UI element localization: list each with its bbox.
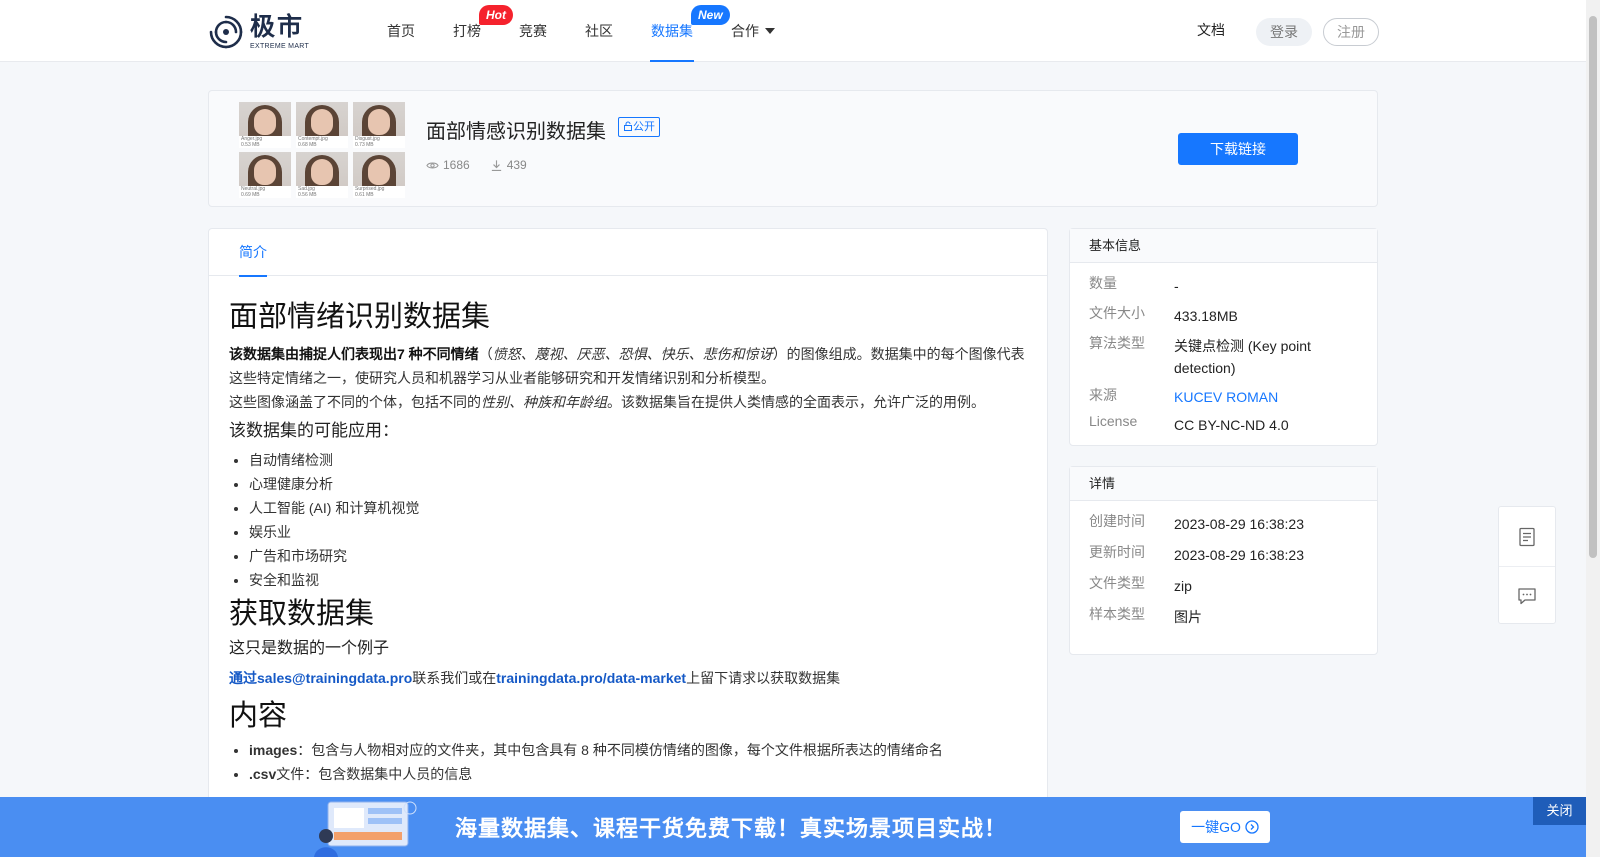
nav-competition[interactable]: 竞赛 <box>519 0 547 62</box>
download-count: 439 <box>490 158 527 172</box>
description-paragraph: 该数据集由捕捉人们表现出7 种不同情绪（愤怒、蔑视、厌恶、恐惧、快乐、悲伤和惊讶… <box>229 346 1025 386</box>
description-paragraph: 这些图像涵盖了不同的个体，包括不同的性别、种族和年龄组。该数据集旨在提供人类情感… <box>229 394 985 410</box>
list-item: 人工智能 (AI) 和计算机视觉 <box>249 496 1027 520</box>
caret-down-icon <box>765 28 775 34</box>
docs-link[interactable]: 文档 <box>1197 20 1225 40</box>
dataset-header-card: Anger.jpg 0.53 MB Contempt.jpg 0.68 MB Dis… <box>208 90 1378 207</box>
thumbnail: Anger.jpg 0.53 MB <box>239 102 291 148</box>
dataset-stats: 1686 439 <box>426 158 547 172</box>
detail-row: 样本类型 图片 <box>1089 606 1202 625</box>
content-tabs: 简介 <box>209 229 1047 277</box>
document-icon <box>1519 527 1535 546</box>
info-row: License CC BY-NC-ND 4.0 <box>1089 413 1289 433</box>
nav-community[interactable]: 社区 <box>585 0 613 62</box>
dataset-title: 面部情感识别数据集 <box>426 121 606 143</box>
list-item: 娱乐业 <box>249 520 1027 544</box>
thumbnail: Surprised.jpg 0.61 MB <box>353 152 405 198</box>
info-row: 文件大小 433.18MB <box>1089 305 1238 324</box>
download-link-button[interactable]: 下载链接 <box>1178 133 1298 165</box>
info-row: 来源 KUCEV ROMAN <box>1070 385 1377 413</box>
contents-list: images：包含与人物相对应的文件夹，其中包含具有 8 种不同模仿情绪的图像，… <box>229 738 1027 786</box>
thumbnail: Disgust.jpg 0.73 MB <box>353 102 405 148</box>
nav-datasets[interactable]: 数据集 New <box>650 0 730 62</box>
close-banner-button[interactable]: 关闭 <box>1533 797 1586 825</box>
feedback-button[interactable] <box>1499 566 1555 625</box>
info-row: 数量 - <box>1089 275 1179 294</box>
detail-row: 创建时间 2023-08-29 16:38:23 <box>1089 513 1304 532</box>
nav-leaderboard[interactable]: 打榜 Hot <box>453 0 513 62</box>
source-link[interactable]: KUCEV ROMAN <box>1174 385 1377 408</box>
banner-illustration <box>314 801 417 857</box>
top-navbar: 极市 EXTREME MART 首页 打榜 Hot 竞赛 社区 数据集 New 合作… <box>0 0 1586 62</box>
sample-note: 这只是数据的一个例子 <box>229 640 390 657</box>
applications-list: 自动情绪检测 心理健康分析 人工智能 (AI) 和计算机视觉 娱乐业 广告和市场… <box>229 448 1027 592</box>
list-item: .csv文件：包含数据集中人员的信息 <box>249 762 1027 786</box>
list-item: 心理健康分析 <box>249 472 1027 496</box>
logo-text-cn: 极市 <box>250 12 305 41</box>
view-count: 1686 <box>426 158 470 172</box>
main-content-card: 简介 面部情绪识别数据集 该数据集由捕捉人们表现出7 种不同情绪（愤怒、蔑视、厌… <box>208 228 1048 857</box>
market-link[interactable]: trainingdata.pro/data-market <box>496 670 686 686</box>
tab-intro[interactable]: 简介 <box>239 229 267 277</box>
list-item: images：包含与人物相对应的文件夹，其中包含具有 8 种不同模仿情绪的图像，… <box>249 738 1027 762</box>
basic-info-card: 基本信息 数量 - 文件大小 433.18MB 算法类型 关键点检测 (Key poi… <box>1069 228 1378 446</box>
logo[interactable]: 极市 EXTREME MART <box>207 13 309 51</box>
basic-info-title: 基本信息 <box>1070 229 1377 263</box>
detail-row: 更新时间 2023-08-29 16:38:23 <box>1089 544 1304 563</box>
description-heading: 面部情绪识别数据集 <box>229 301 491 333</box>
page-scrollbar[interactable] <box>1586 0 1600 857</box>
chat-icon <box>1518 588 1536 605</box>
promo-banner[interactable]: 海量数据集、课程干货免费下载！真实场景项目实战！ 一键GO <box>0 797 1586 857</box>
go-button[interactable]: 一键GO <box>1180 811 1270 843</box>
get-dataset-heading: 获取数据集 <box>229 598 375 630</box>
nav-cooperation[interactable]: 合作 <box>731 0 775 62</box>
detail-row: 文件类型 zip <box>1089 575 1192 594</box>
lock-open-icon <box>624 121 632 131</box>
logo-text-en: EXTREME MART <box>250 42 310 50</box>
logo-mark-icon <box>209 15 243 49</box>
public-tag: 公开 <box>618 117 660 137</box>
thumbnail: Contempt.jpg 0.68 MB <box>296 102 348 148</box>
details-title: 详情 <box>1070 467 1377 501</box>
applications-heading: 该数据集的可能应用： <box>229 421 399 440</box>
floating-toolbar <box>1498 506 1556 624</box>
email-link[interactable]: 通过sales@trainingdata.pro <box>229 670 412 686</box>
login-button[interactable]: 登录 <box>1256 18 1312 46</box>
details-card: 详情 创建时间 2023-08-29 16:38:23 更新时间 2023-08-2… <box>1069 466 1378 655</box>
new-badge: New <box>691 5 730 25</box>
banner-text: 海量数据集、课程干货免费下载！真实场景项目实战！ <box>455 816 1008 841</box>
notes-button[interactable] <box>1499 507 1555 566</box>
hot-badge: Hot <box>479 5 513 25</box>
list-item: 广告和市场研究 <box>249 544 1027 568</box>
download-icon <box>491 159 501 171</box>
contents-heading: 内容 <box>229 700 288 732</box>
scrollbar-thumb[interactable] <box>1589 16 1597 558</box>
register-button[interactable]: 注册 <box>1323 18 1379 46</box>
thumbnail: Neutral.jpg 0.69 MB <box>239 152 291 198</box>
thumbnail: Sad.jpg 0.56 MB <box>296 152 348 198</box>
dataset-cover-thumbnails: Anger.jpg 0.53 MB Contempt.jpg 0.68 MB Dis… <box>239 102 405 198</box>
dataset-description: 面部情绪识别数据集 该数据集由捕捉人们表现出7 种不同情绪（愤怒、蔑视、厌恶、恐… <box>209 276 1047 786</box>
info-row: 算法类型 关键点检测 (Key point detection) <box>1089 335 1311 376</box>
list-item: 自动情绪检测 <box>249 448 1027 472</box>
arrow-right-circle-icon <box>1245 820 1259 834</box>
contact-paragraph: 通过sales@trainingdata.pro联系我们或在trainingda… <box>229 670 841 686</box>
main-nav: 首页 打榜 Hot 竞赛 社区 数据集 New 合作 <box>368 0 794 62</box>
eye-icon <box>426 162 439 168</box>
list-item: 安全和监视 <box>249 568 1027 592</box>
nav-home[interactable]: 首页 <box>387 0 415 62</box>
